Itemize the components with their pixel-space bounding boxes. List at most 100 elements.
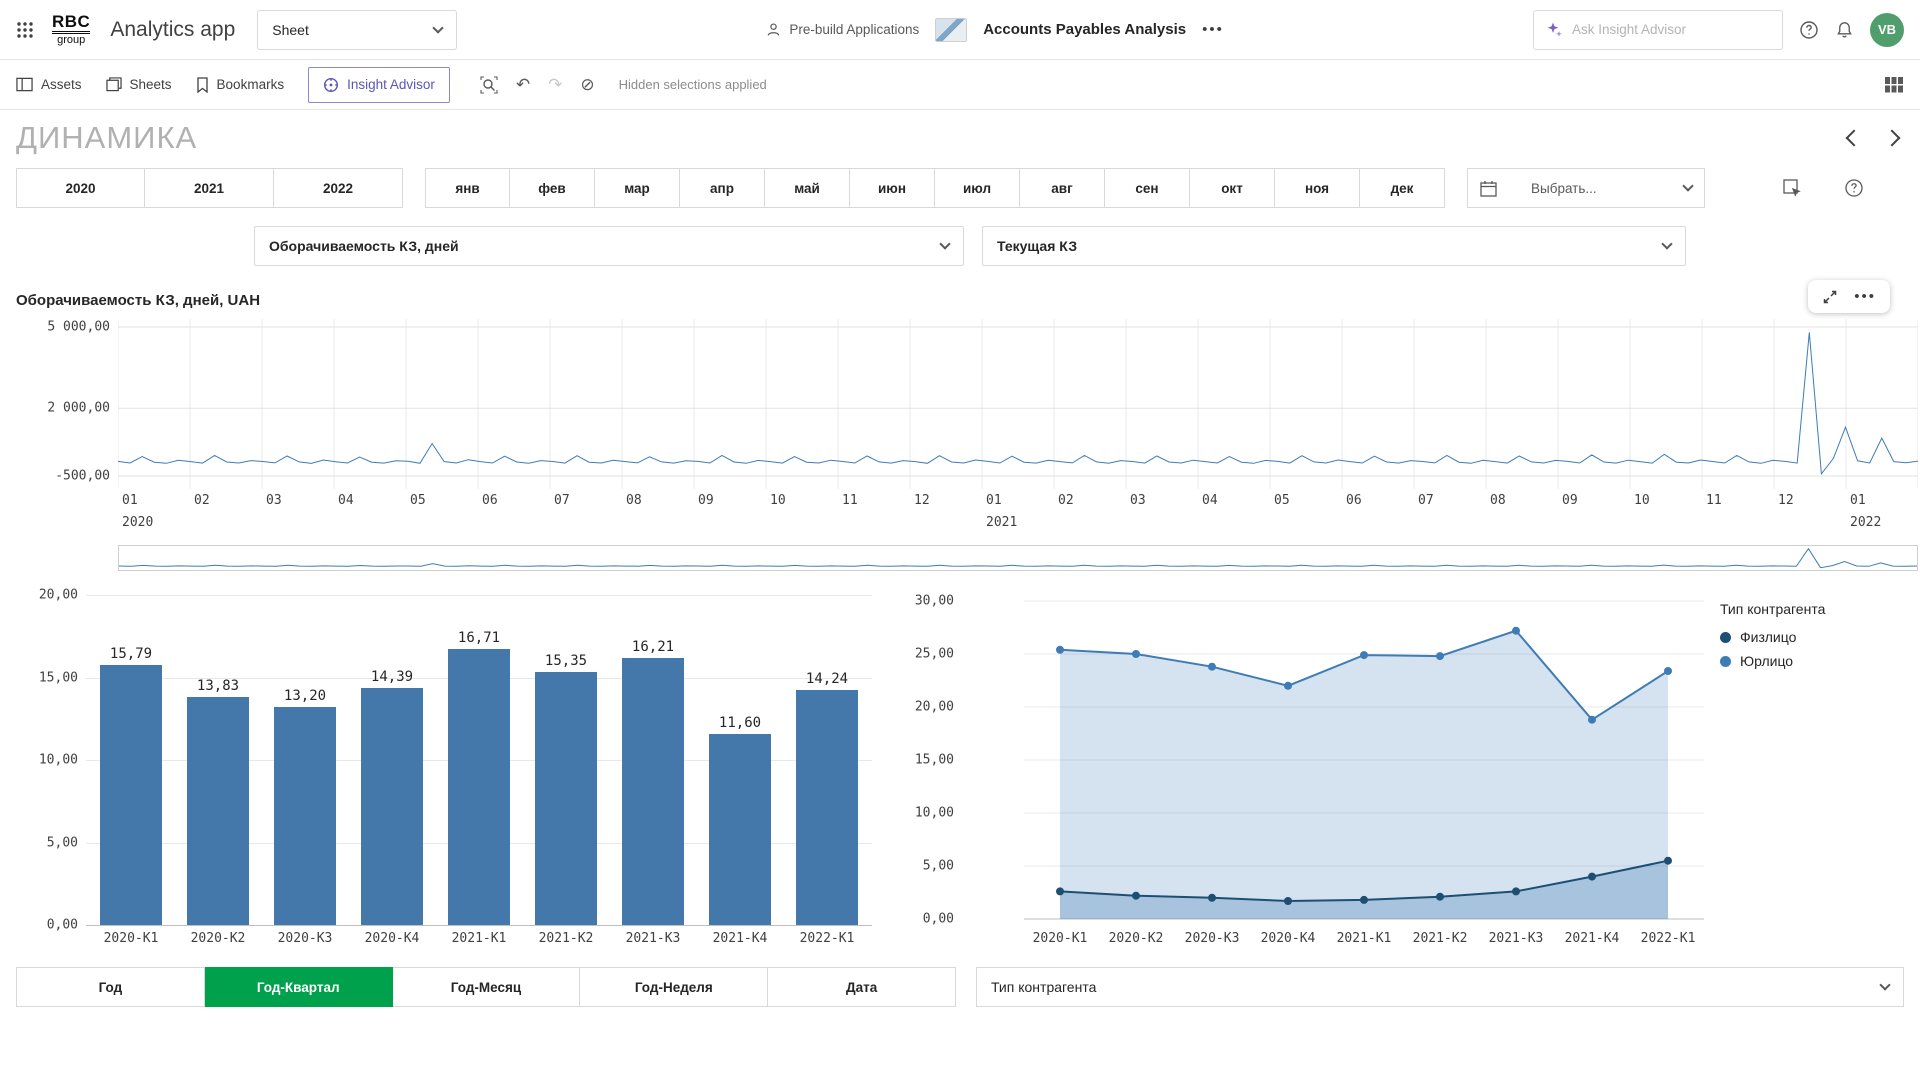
month-filter-10[interactable]: ноя (1275, 168, 1360, 208)
notifications-bell-icon[interactable] (1835, 20, 1854, 39)
x-axis-label: 2021-К1 (440, 931, 518, 946)
assets-button[interactable]: Assets (16, 77, 82, 92)
sheet-layout-icon[interactable] (1884, 76, 1904, 94)
clear-selections-icon[interactable]: ⊘ (580, 75, 594, 95)
chevron-down-icon (939, 238, 950, 249)
quarter-bar-yaxis: 20,0015,0010,005,000,00 (22, 595, 78, 925)
sheet-selector[interactable]: Sheet (257, 10, 457, 50)
x-axis-label: 05 (410, 493, 426, 508)
month-filter-1[interactable]: фев (510, 168, 595, 208)
bar-2020-К2[interactable]: 13,83 (179, 595, 257, 925)
year-filter-2022[interactable]: 2022 (274, 168, 403, 208)
y-axis-label: 30,00 (915, 594, 954, 609)
granularity-tab-4[interactable]: Дата (768, 967, 956, 1007)
x-axis-label: 03 (1130, 493, 1146, 508)
sheets-button[interactable]: Sheets (106, 77, 172, 92)
counterparty-dropdown[interactable]: Тип контрагента (976, 967, 1904, 1007)
step-back-icon[interactable]: ↶ (516, 75, 530, 95)
month-filter-7[interactable]: авг (1020, 168, 1105, 208)
month-filter-3[interactable]: апр (680, 168, 765, 208)
more-options-button[interactable]: ••• (1202, 21, 1224, 38)
search-input[interactable] (1572, 22, 1770, 37)
bar-2021-К3[interactable]: 16,21 (614, 595, 692, 925)
bar-2022-К1[interactable]: 14,24 (788, 595, 866, 925)
expand-icon[interactable] (1822, 289, 1838, 305)
y-axis-label: 0,00 (47, 918, 78, 933)
avatar[interactable]: VB (1870, 13, 1904, 47)
month-filter-4[interactable]: май (765, 168, 850, 208)
prebuild-applications-link[interactable]: Pre-build Applications (766, 22, 919, 37)
chart-range-navigator[interactable] (118, 545, 1918, 571)
bar-2020-К1[interactable]: 15,79 (92, 595, 170, 925)
date-picker[interactable]: Выбрать... (1467, 168, 1705, 208)
help-circle-icon[interactable] (1844, 178, 1864, 198)
granularity-tab-3[interactable]: Год-Неделя (580, 967, 768, 1007)
x-axis-label: 2021-К2 (527, 931, 605, 946)
measure-dropdown[interactable]: Оборачиваемость КЗ, дней (254, 226, 964, 266)
x-axis-label: 2022-К1 (1641, 931, 1696, 946)
bar-value-label: 15,35 (545, 653, 587, 669)
next-sheet-icon[interactable] (1884, 130, 1901, 147)
smart-search-icon[interactable] (480, 76, 498, 94)
date-picker-label: Выбрать... (1531, 181, 1597, 196)
month-filter-11[interactable]: дек (1360, 168, 1445, 208)
year-filter-2020[interactable]: 2020 (16, 168, 145, 208)
granularity-tab-0[interactable]: Год (16, 967, 205, 1007)
x-axis-label: 12 (1778, 493, 1794, 508)
bar-value-label: 14,24 (806, 671, 848, 687)
app-thumbnail[interactable] (935, 18, 967, 42)
metric-dropdown[interactable]: Текущая КЗ (982, 226, 1686, 266)
year-filter-2021[interactable]: 2021 (145, 168, 274, 208)
y-axis-label: 5,00 (47, 835, 78, 850)
counterparty-area-chart[interactable]: 30,0025,0020,0015,0010,005,000,00 2020-К… (892, 595, 1904, 951)
bar-value-label: 11,60 (719, 715, 761, 731)
x-axis-label: 09 (1562, 493, 1578, 508)
granularity-tab-1[interactable]: Год-Квартал (205, 967, 393, 1007)
chart-hover-toolbar: ••• (1808, 280, 1890, 313)
quarter-bar-chart[interactable]: 20,0015,0010,005,000,00 15,79 13,83 13,2… (16, 595, 872, 951)
month-filter-6[interactable]: июл (935, 168, 1020, 208)
bar-2021-К2[interactable]: 15,35 (527, 595, 605, 925)
bar-2021-К1[interactable]: 16,71 (440, 595, 518, 925)
turnover-line-plot (118, 319, 1918, 489)
calendar-icon (1480, 180, 1497, 197)
previous-sheet-icon[interactable] (1846, 130, 1863, 147)
month-filter-0[interactable]: янв (425, 168, 510, 208)
app-title: Analytics app (110, 18, 235, 42)
rbc-group-logo: RBC group (52, 13, 90, 46)
insight-advisor-search[interactable] (1533, 10, 1783, 50)
turnover-line-chart[interactable]: Оборачиваемость КЗ, дней, UAH ••• 5 000,… (16, 292, 1904, 571)
month-filter-5[interactable]: июн (850, 168, 935, 208)
month-filter-9[interactable]: окт (1190, 168, 1275, 208)
legend-item-0[interactable]: Физлицо (1720, 629, 1900, 645)
granularity-tab-2[interactable]: Год-Месяц (393, 967, 581, 1007)
selections-tool-icon[interactable] (1782, 178, 1802, 198)
bar-value-label: 16,21 (632, 639, 674, 655)
month-filter-2[interactable]: мар (595, 168, 680, 208)
x-axis-label: 05 (1274, 493, 1290, 508)
area-plot-wrap (1024, 595, 1704, 925)
x-axis-label: 2020-К4 (1261, 931, 1316, 946)
topbar-center: Pre-build Applications Accounts Payables… (766, 18, 1223, 42)
bookmarks-button[interactable]: Bookmarks (196, 77, 285, 93)
y-axis-label: 2 000,00 (47, 401, 110, 416)
x-axis-label: 01 (1850, 493, 1866, 508)
bar-value-label: 14,39 (371, 669, 413, 685)
turnover-plot-area[interactable]: 5 000,002 000,00-500,00 (118, 319, 1918, 489)
legend-dot-icon (1720, 656, 1731, 667)
bar-2021-К4[interactable]: 11,60 (701, 595, 779, 925)
sheets-icon (106, 77, 122, 92)
insight-advisor-button[interactable]: Insight Advisor (308, 67, 450, 103)
bar-2020-К4[interactable]: 14,39 (353, 595, 431, 925)
x-axis-label: 01 (122, 493, 138, 508)
help-icon[interactable] (1799, 20, 1819, 40)
bar-2020-К3[interactable]: 13,20 (266, 595, 344, 925)
area-y-labels: 30,0025,0020,0015,0010,005,000,00 (898, 595, 954, 925)
chart-menu-button[interactable]: ••• (1854, 288, 1876, 305)
app-menu-icon[interactable] (16, 21, 34, 39)
month-filter-8[interactable]: сен (1105, 168, 1190, 208)
bar-value-label: 16,71 (458, 630, 500, 646)
legend-item-1[interactable]: Юрлицо (1720, 653, 1900, 669)
bar-value-label: 13,20 (284, 688, 326, 704)
sheet-toolbar: Assets Sheets Bookmarks Insight Advisor … (0, 60, 1920, 110)
